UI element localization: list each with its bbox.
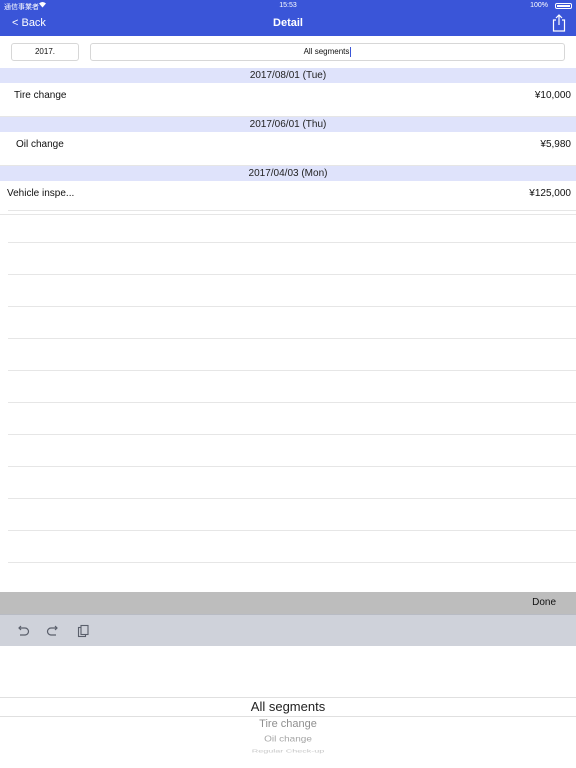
- paste-icon[interactable]: [76, 624, 90, 638]
- segment-value: All segments: [303, 47, 350, 56]
- page-title: Detail: [273, 17, 303, 29]
- picker-option-selected[interactable]: All segments: [0, 699, 576, 714]
- picker-selection-line: [0, 716, 576, 717]
- empty-row-divider: [8, 274, 576, 275]
- picker-option[interactable]: Regular Check-up: [0, 748, 576, 754]
- year-field[interactable]: 2017.: [11, 43, 79, 61]
- done-button[interactable]: Done: [532, 597, 556, 608]
- empty-row-divider: [8, 402, 576, 403]
- empty-row-divider: [8, 530, 576, 531]
- section-header: 2017/08/01 (Tue): [0, 68, 576, 83]
- item-amount: ¥125,000: [529, 188, 571, 199]
- item-name: Tire change: [14, 90, 67, 101]
- empty-row-divider: [8, 210, 576, 211]
- filter-bar: 2017. All segments: [0, 36, 576, 68]
- navigation-bar: < Back Detail: [0, 12, 576, 36]
- empty-row-divider: [8, 306, 576, 307]
- item-amount: ¥5,980: [540, 139, 571, 150]
- picker-accessory-bar: Done: [0, 592, 576, 614]
- keyboard-toolbar: [0, 614, 576, 646]
- section-header: 2017/06/01 (Thu): [0, 117, 576, 132]
- undo-icon[interactable]: [16, 624, 30, 638]
- empty-row-divider: [8, 498, 576, 499]
- item-name: Vehicle inspe...: [7, 188, 75, 199]
- text-cursor: [350, 46, 352, 57]
- empty-row-divider: [8, 242, 576, 243]
- empty-row-divider: [8, 466, 576, 467]
- status-bar: 通信事業者 15:53 100%: [0, 0, 576, 12]
- section-header: 2017/04/03 (Mon): [0, 166, 576, 181]
- share-icon[interactable]: [552, 14, 566, 32]
- expense-list: 2017/08/01 (Tue) Tire change ¥10,000 201…: [0, 68, 576, 592]
- redo-icon[interactable]: [46, 624, 60, 638]
- picker-option[interactable]: Tire change: [0, 718, 576, 730]
- back-button[interactable]: < Back: [12, 17, 46, 29]
- battery-icon: [555, 3, 572, 9]
- item-name: Oil change: [16, 139, 64, 150]
- empty-row-divider: [8, 562, 576, 563]
- empty-row-divider: [8, 338, 576, 339]
- list-item[interactable]: Tire change ¥10,000: [0, 83, 576, 117]
- item-amount: ¥10,000: [534, 90, 571, 101]
- year-value: 2017.: [34, 47, 56, 56]
- empty-row-divider: [8, 370, 576, 371]
- segment-picker[interactable]: All segments Tire change Oil change Regu…: [0, 646, 576, 768]
- list-item[interactable]: Oil change ¥5,980: [0, 132, 576, 166]
- picker-selection-line: [0, 697, 576, 698]
- clock: 15:53: [279, 2, 297, 9]
- picker-option[interactable]: Oil change: [0, 735, 576, 744]
- battery-percentage: 100%: [530, 2, 548, 9]
- segment-field[interactable]: All segments: [90, 43, 565, 61]
- empty-row-divider: [8, 434, 576, 435]
